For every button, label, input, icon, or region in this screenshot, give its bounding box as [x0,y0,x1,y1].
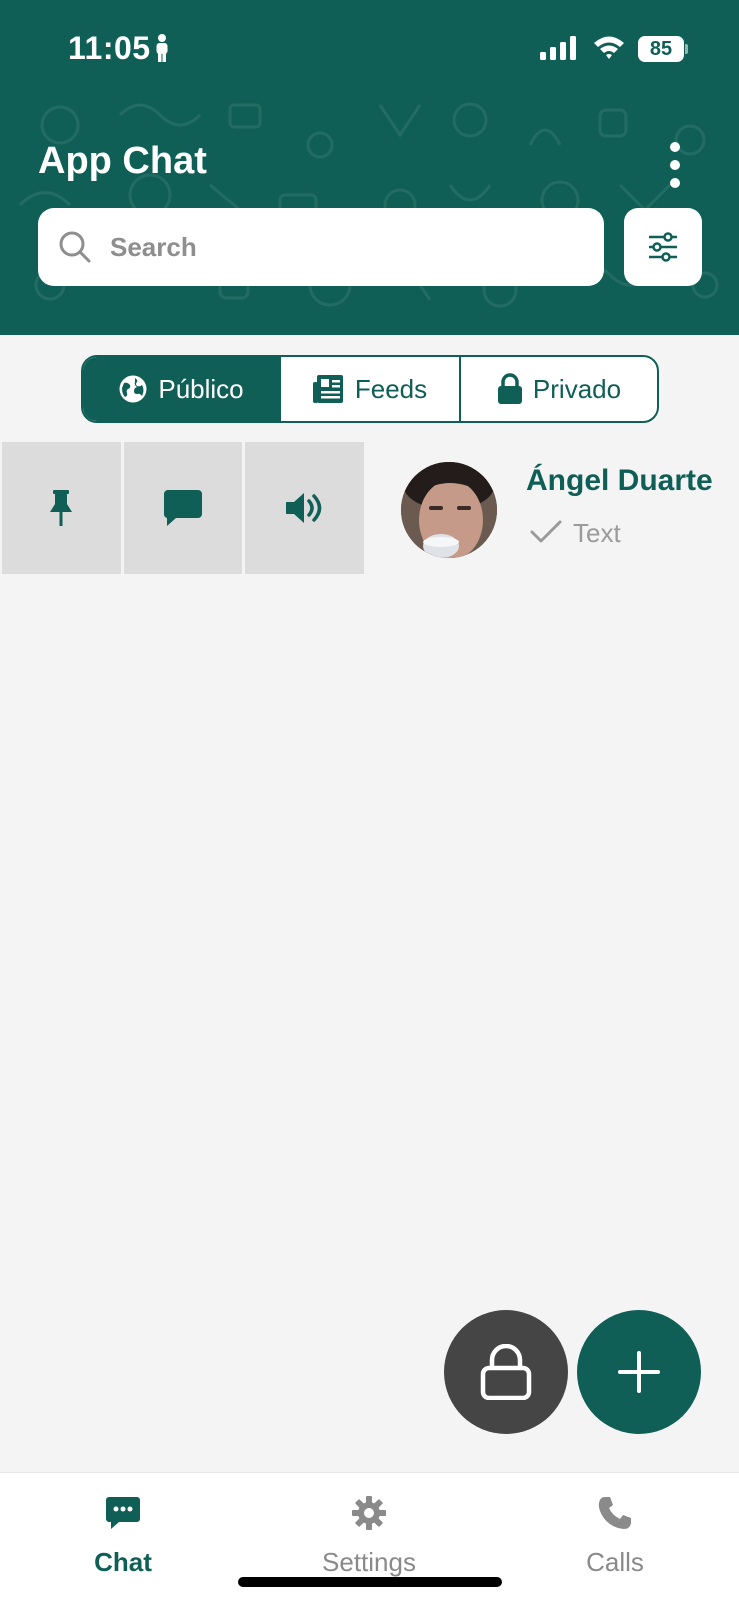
more-vertical-icon-dot [670,178,680,188]
tab-feeds[interactable]: Feeds [281,357,461,421]
wifi-icon [594,36,624,59]
cellular-signal-icon [540,36,576,60]
gear-icon [352,1496,386,1530]
battery-tip [685,44,688,54]
pin-button[interactable] [2,442,121,574]
nav-settings-label: Settings [322,1547,416,1577]
battery-icon: 85 [638,36,688,62]
tab-publico-label: Público [158,373,244,404]
filter-button[interactable] [624,208,702,286]
avatar-photo [401,462,497,558]
avatar [401,462,497,558]
lock-chats-button[interactable] [444,1310,568,1434]
contact-name: Ángel Duarte [526,464,713,497]
pin-icon [50,490,73,526]
more-options-button[interactable] [660,140,690,190]
mute-button[interactable] [245,442,365,574]
last-message: Text [573,518,621,548]
search-icon [59,231,91,263]
tab-publico[interactable]: Público [83,357,281,421]
check-icon [530,520,562,543]
search-input[interactable] [110,208,580,286]
swipe-actions [2,442,365,574]
lock-icon [497,373,522,404]
segmented-tabs: Público Feeds Privado [81,355,659,423]
nav-calls-label: Calls [586,1547,644,1577]
sliders-icon [649,232,677,262]
status-time: 11:05 [68,30,151,66]
nav-chat[interactable]: Chat [43,1473,203,1600]
tab-privado[interactable]: Privado [461,357,657,421]
app-title: App Chat [38,140,207,182]
battery-level: 85 [649,38,673,60]
message-icon [164,490,202,526]
message-button[interactable] [123,442,243,574]
status-bar: 11:05 85 [0,0,739,100]
chat-list-item[interactable]: Ángel Duarte Text [380,442,739,574]
volume-icon [285,493,321,523]
nav-chat-label: Chat [94,1547,152,1577]
nav-calls[interactable]: Calls [535,1473,695,1600]
lock-icon [480,1344,532,1400]
plus-icon [618,1351,660,1393]
newspaper-icon [312,375,343,403]
more-vertical-icon [670,142,680,152]
phone-icon [598,1497,631,1529]
search-box[interactable] [38,208,604,286]
home-indicator [238,1577,502,1587]
app-header: 11:05 85 App Chat [0,0,739,335]
chat-bubble-icon [106,1497,140,1529]
globe-icon [119,375,147,403]
tab-privado-label: Privado [532,373,622,404]
new-chat-button[interactable] [577,1310,701,1434]
more-vertical-icon-dot [670,160,680,170]
tab-feeds-label: Feeds [354,373,428,404]
person-icon [156,34,168,62]
